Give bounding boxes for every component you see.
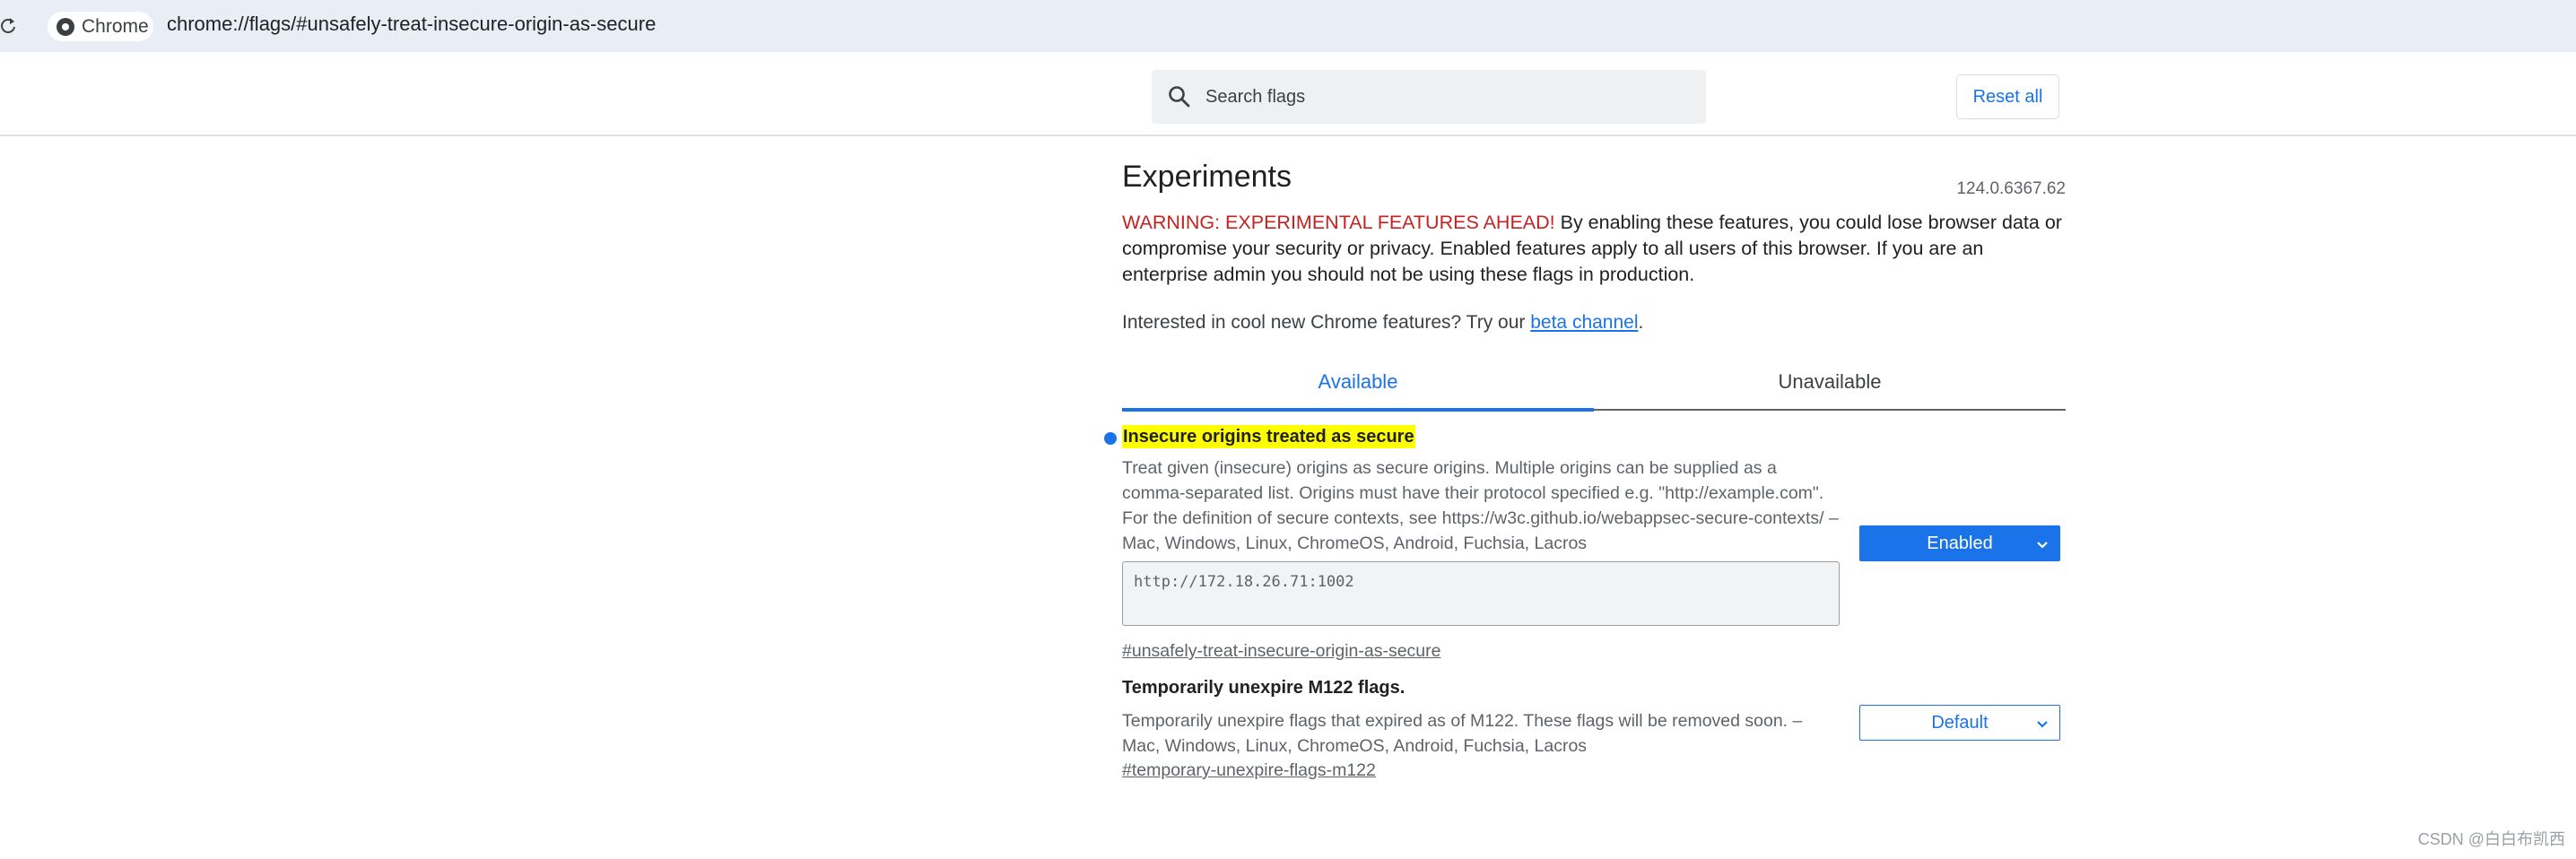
interest-suffix: .	[1638, 312, 1644, 333]
chevron-down-icon	[2037, 721, 2048, 728]
experiment-name: Insecure origins treated as secure	[1122, 425, 1415, 448]
url-text[interactable]: chrome://flags/#unsafely-treat-insecure-…	[167, 13, 656, 36]
select-value: Enabled	[1927, 533, 1993, 553]
tab-bar: Available Unavailable	[1122, 359, 2066, 412]
origins-textarea[interactable]: http://172.18.26.71:1002	[1122, 561, 1840, 626]
reload-icon[interactable]	[0, 15, 18, 37]
experiment-description: Temporarily unexpire flags that expired …	[1122, 711, 1803, 756]
tab-unavailable[interactable]: Unavailable	[1594, 359, 2066, 409]
reset-all-button[interactable]: Reset all	[1956, 74, 2059, 119]
warning-text: WARNING: EXPERIMENTAL FEATURES AHEAD! By…	[1122, 210, 2066, 288]
experiment-name: Temporarily unexpire M122 flags.	[1122, 678, 1405, 698]
interest-text: Interested in cool new Chrome features? …	[1122, 309, 2066, 335]
experiment-state-select[interactable]: Default	[1859, 705, 2060, 741]
chevron-down-icon	[2037, 542, 2048, 549]
tab-available[interactable]: Available	[1122, 359, 1594, 412]
experiment-unexpire-m122: Temporarily unexpire M122 flags. Tempora…	[1122, 676, 2066, 793]
select-value: Default	[1931, 712, 1989, 733]
site-info-chip-label: Chrome	[82, 15, 149, 37]
experiment-permalink[interactable]: #unsafely-treat-insecure-origin-as-secur…	[1122, 641, 2066, 662]
watermark: CSDN @白白布凯西	[2417, 830, 2565, 848]
chrome-logo-icon	[57, 17, 74, 36]
address-bar: Chrome chrome://flags/#unsafely-treat-in…	[0, 0, 2576, 52]
main-content: Experiments 124.0.6367.62 WARNING: EXPER…	[1104, 136, 2066, 793]
beta-channel-link[interactable]: beta channel	[1530, 312, 1638, 333]
search-icon	[1169, 86, 1190, 108]
title-row: Experiments 124.0.6367.62	[1122, 136, 2066, 210]
modified-indicator-icon	[1104, 432, 1117, 445]
experiment-description: Treat given (insecure) origins as secure…	[1122, 458, 1839, 553]
experiment-permalink[interactable]: #temporary-unexpire-flags-m122	[1122, 760, 2066, 781]
experiment-state-select[interactable]: Enabled	[1859, 525, 2060, 561]
experiment-insecure-origins: Insecure origins treated as secure Treat…	[1104, 425, 2066, 676]
search-box[interactable]	[1152, 70, 1706, 124]
page-title: Experiments	[1122, 160, 1292, 194]
site-info-chip[interactable]: Chrome	[48, 12, 153, 41]
version-number: 124.0.6367.62	[1956, 179, 2066, 198]
warning-prefix: WARNING: EXPERIMENTAL FEATURES AHEAD!	[1122, 212, 1555, 233]
flags-header: Reset all	[0, 57, 2576, 136]
search-input[interactable]	[1204, 85, 1688, 108]
interest-label: Interested in cool new Chrome features? …	[1122, 312, 1531, 333]
